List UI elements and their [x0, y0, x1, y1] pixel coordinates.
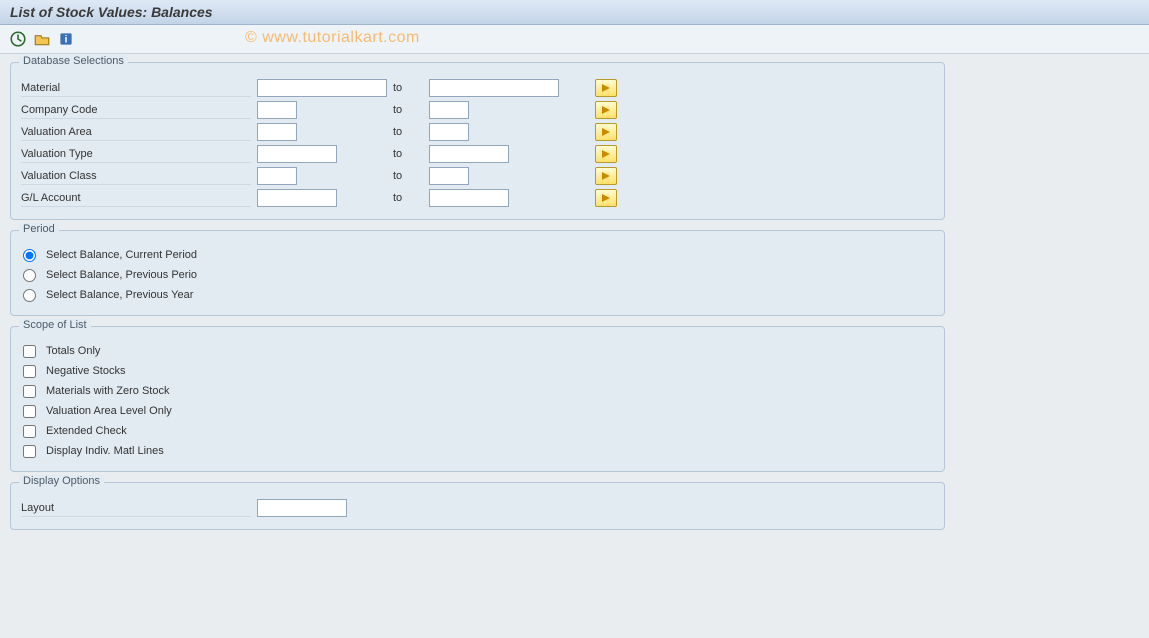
label-valuation-class: Valuation Class	[21, 168, 251, 185]
clock-execute-icon	[9, 30, 27, 48]
check-extended-check[interactable]: Extended Check	[21, 421, 934, 441]
valuation-area-high-input[interactable]	[429, 123, 469, 141]
radio-previous-year-input[interactable]	[23, 289, 36, 302]
check-label: Totals Only	[46, 345, 100, 357]
material-low-input[interactable]	[257, 79, 387, 97]
valuation-area-low-input[interactable]	[257, 123, 297, 141]
to-label: to	[393, 82, 423, 94]
row-layout: Layout	[21, 497, 934, 519]
check-label: Negative Stocks	[46, 365, 125, 377]
sap-window: List of Stock Values: Balances i © www.t…	[0, 0, 1149, 638]
check-totals-only-input[interactable]	[23, 345, 36, 358]
check-zero-stock[interactable]: Materials with Zero Stock	[21, 381, 934, 401]
watermark: © www.tutorialkart.com	[245, 29, 420, 47]
to-label: to	[393, 148, 423, 160]
get-variant-button[interactable]	[32, 29, 52, 49]
group-legend: Scope of List	[19, 319, 91, 331]
check-label: Extended Check	[46, 425, 127, 437]
to-label: to	[393, 104, 423, 116]
radio-previous-period-input[interactable]	[23, 269, 36, 282]
layout-input[interactable]	[257, 499, 347, 517]
group-legend: Database Selections	[19, 55, 128, 67]
check-individual-lines[interactable]: Display Indiv. Matl Lines	[21, 441, 934, 461]
valuation-class-high-input[interactable]	[429, 167, 469, 185]
group-period: Period Select Balance, Current Period Se…	[10, 230, 945, 316]
valuation-type-high-input[interactable]	[429, 145, 509, 163]
check-valuation-area-only-input[interactable]	[23, 405, 36, 418]
radio-previous-year[interactable]: Select Balance, Previous Year	[21, 285, 934, 305]
gl-account-low-input[interactable]	[257, 189, 337, 207]
label-company-code: Company Code	[21, 102, 251, 119]
radio-label: Select Balance, Current Period	[46, 249, 197, 261]
to-label: to	[393, 192, 423, 204]
info-button[interactable]: i	[56, 29, 76, 49]
label-gl-account: G/L Account	[21, 190, 251, 207]
check-label: Display Indiv. Matl Lines	[46, 445, 164, 457]
label-layout: Layout	[21, 500, 251, 517]
row-gl-account: G/L Account to	[21, 187, 934, 209]
group-scope-of-list: Scope of List Totals Only Negative Stock…	[10, 326, 945, 472]
execute-button[interactable]	[8, 29, 28, 49]
valuation-class-multiple-selection-button[interactable]	[595, 167, 617, 185]
arrow-right-icon	[601, 127, 611, 137]
label-material: Material	[21, 80, 251, 97]
radio-current-period[interactable]: Select Balance, Current Period	[21, 245, 934, 265]
check-negative-stocks[interactable]: Negative Stocks	[21, 361, 934, 381]
check-label: Valuation Area Level Only	[46, 405, 172, 417]
radio-label: Select Balance, Previous Perio	[46, 269, 197, 281]
radio-previous-period[interactable]: Select Balance, Previous Perio	[21, 265, 934, 285]
arrow-right-icon	[601, 105, 611, 115]
material-high-input[interactable]	[429, 79, 559, 97]
window-title: List of Stock Values: Balances	[10, 4, 213, 20]
row-material: Material to	[21, 77, 934, 99]
group-database-selections: Database Selections Material to Company …	[10, 62, 945, 220]
company-code-low-input[interactable]	[257, 101, 297, 119]
gl-account-multiple-selection-button[interactable]	[595, 189, 617, 207]
check-valuation-area-only[interactable]: Valuation Area Level Only	[21, 401, 934, 421]
check-label: Materials with Zero Stock	[46, 385, 169, 397]
row-company-code: Company Code to	[21, 99, 934, 121]
check-negative-stocks-input[interactable]	[23, 365, 36, 378]
content-area: Database Selections Material to Company …	[0, 54, 1149, 548]
group-legend: Period	[19, 223, 59, 235]
to-label: to	[393, 126, 423, 138]
arrow-right-icon	[601, 83, 611, 93]
row-valuation-class: Valuation Class to	[21, 165, 934, 187]
arrow-right-icon	[601, 193, 611, 203]
arrow-right-icon	[601, 171, 611, 181]
arrow-right-icon	[601, 149, 611, 159]
check-individual-lines-input[interactable]	[23, 445, 36, 458]
title-bar: List of Stock Values: Balances	[0, 0, 1149, 25]
row-valuation-type: Valuation Type to	[21, 143, 934, 165]
svg-text:i: i	[65, 34, 68, 45]
material-multiple-selection-button[interactable]	[595, 79, 617, 97]
company-code-multiple-selection-button[interactable]	[595, 101, 617, 119]
folder-open-icon	[33, 30, 51, 48]
valuation-class-low-input[interactable]	[257, 167, 297, 185]
to-label: to	[393, 170, 423, 182]
application-toolbar: i © www.tutorialkart.com	[0, 25, 1149, 54]
check-totals-only[interactable]: Totals Only	[21, 341, 934, 361]
group-legend: Display Options	[19, 475, 104, 487]
valuation-type-multiple-selection-button[interactable]	[595, 145, 617, 163]
label-valuation-area: Valuation Area	[21, 124, 251, 141]
company-code-high-input[interactable]	[429, 101, 469, 119]
valuation-type-low-input[interactable]	[257, 145, 337, 163]
check-zero-stock-input[interactable]	[23, 385, 36, 398]
radio-label: Select Balance, Previous Year	[46, 289, 193, 301]
group-display-options: Display Options Layout	[10, 482, 945, 530]
label-valuation-type: Valuation Type	[21, 146, 251, 163]
info-icon: i	[57, 30, 75, 48]
gl-account-high-input[interactable]	[429, 189, 509, 207]
valuation-area-multiple-selection-button[interactable]	[595, 123, 617, 141]
radio-current-period-input[interactable]	[23, 249, 36, 262]
check-extended-check-input[interactable]	[23, 425, 36, 438]
row-valuation-area: Valuation Area to	[21, 121, 934, 143]
